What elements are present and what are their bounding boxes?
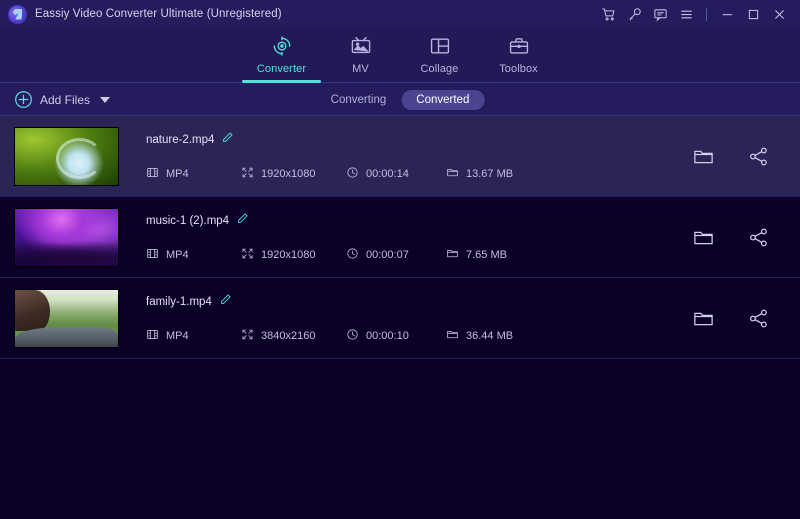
spec-format-value: MP4 <box>166 329 189 342</box>
nav-tabs: Converter MV Collage Toolbox <box>242 28 558 83</box>
edit-pencil-icon[interactable] <box>221 131 234 149</box>
spec-size-value: 13.67 MB <box>466 167 514 180</box>
spec-size-value: 7.65 MB <box>466 248 507 261</box>
row-actions <box>692 307 782 330</box>
spec-resolution: 1920x1080 <box>241 166 346 182</box>
main-nav: Converter MV Collage Toolbox <box>0 28 800 83</box>
filter-converted[interactable]: Converted <box>401 89 485 110</box>
chevron-down-icon[interactable] <box>100 96 111 103</box>
spec-format-value: MP4 <box>166 248 189 261</box>
row-actions <box>692 145 782 168</box>
resize-frame-icon <box>241 166 254 182</box>
folder-icon[interactable] <box>692 145 715 168</box>
resize-frame-icon <box>241 247 254 263</box>
key-icon[interactable] <box>621 1 647 27</box>
tab-collage[interactable]: Collage <box>400 28 479 83</box>
spec-size-value: 36.44 MB <box>466 329 514 342</box>
share-icon[interactable] <box>747 226 770 249</box>
table-row[interactable]: music-1 (2).mp4 MP4 1920x1080 00:00:07 7… <box>0 197 800 278</box>
family-park-thumbnail <box>14 288 119 348</box>
nature-canopy-thumbnail <box>14 126 119 186</box>
menu-icon[interactable] <box>673 1 699 27</box>
collage-icon <box>429 33 451 59</box>
controls-divider <box>706 7 707 21</box>
tab-toolbox-label: Toolbox <box>499 63 538 75</box>
toolbox-icon <box>508 33 530 59</box>
spec-size: 36.44 MB <box>446 328 513 344</box>
file-name: nature-2.mp4 <box>146 133 215 146</box>
file-meta: music-1 (2).mp4 MP4 1920x1080 00:00:07 7… <box>119 212 692 263</box>
spec-format: MP4 <box>146 247 241 263</box>
folder-small-icon <box>446 166 459 182</box>
tab-mv-label: MV <box>352 63 369 75</box>
converter-icon <box>271 33 293 59</box>
file-meta: nature-2.mp4 MP4 1920x1080 00:00:14 13.6… <box>119 131 692 182</box>
tab-collage-label: Collage <box>420 63 459 75</box>
app-window: Eassiy Video Converter Ultimate (Unregis… <box>0 0 800 519</box>
file-specs: MP4 1920x1080 <box>146 247 692 263</box>
filter-converting[interactable]: Converting <box>316 90 402 110</box>
folder-icon[interactable] <box>692 307 715 330</box>
spec-resolution-value: 3840x2160 <box>261 329 316 342</box>
spec-duration: 00:00:14 <box>346 166 446 182</box>
spec-duration: 00:00:10 <box>346 328 446 344</box>
status-filter-group: Converting Converted <box>316 89 485 110</box>
mv-icon <box>350 33 372 59</box>
clock-icon <box>346 328 359 344</box>
tab-mv[interactable]: MV <box>321 28 400 83</box>
resize-frame-icon <box>241 328 254 344</box>
file-list: nature-2.mp4 MP4 1920x1080 00:00:14 13.6… <box>0 116 800 519</box>
plus-circle-icon <box>14 90 33 109</box>
spec-duration-value: 00:00:07 <box>366 248 409 261</box>
film-strip-icon <box>146 247 159 263</box>
concert-crowd-thumbnail <box>14 207 119 267</box>
share-icon[interactable] <box>747 145 770 168</box>
spec-size: 7.65 MB <box>446 247 507 263</box>
edit-pencil-icon[interactable] <box>219 293 232 311</box>
folder-icon[interactable] <box>692 226 715 249</box>
spec-resolution-value: 1920x1080 <box>261 167 316 180</box>
add-files-button[interactable]: Add Files <box>14 90 111 109</box>
file-meta: family-1.mp4 MP4 3840x2160 00:00:10 36.4… <box>119 293 692 344</box>
folder-small-icon <box>446 328 459 344</box>
spec-format: MP4 <box>146 166 241 182</box>
spec-format: MP4 <box>146 328 241 344</box>
file-specs: MP4 1920x1080 <box>146 166 692 182</box>
spec-size: 13.67 MB <box>446 166 513 182</box>
tab-converter[interactable]: Converter <box>242 28 321 83</box>
cart-icon[interactable] <box>595 1 621 27</box>
share-icon[interactable] <box>747 307 770 330</box>
tab-toolbox[interactable]: Toolbox <box>479 28 558 83</box>
spec-resolution-value: 1920x1080 <box>261 248 316 261</box>
film-strip-icon <box>146 328 159 344</box>
table-row[interactable]: family-1.mp4 MP4 3840x2160 00:00:10 36.4… <box>0 278 800 359</box>
eassiy-logo-icon <box>9 5 26 23</box>
close-icon[interactable] <box>766 1 792 27</box>
minimize-icon[interactable] <box>714 1 740 27</box>
table-row[interactable]: nature-2.mp4 MP4 1920x1080 00:00:14 13.6… <box>0 116 800 197</box>
tab-converter-label: Converter <box>256 63 307 75</box>
spec-format-value: MP4 <box>166 167 189 180</box>
clock-icon <box>346 166 359 182</box>
spec-duration-value: 00:00:14 <box>366 167 409 180</box>
spec-resolution: 3840x2160 <box>241 328 346 344</box>
window-title: Eassiy Video Converter Ultimate (Unregis… <box>35 8 282 20</box>
file-name: music-1 (2).mp4 <box>146 214 230 227</box>
title-bar: Eassiy Video Converter Ultimate (Unregis… <box>0 0 800 28</box>
spec-resolution: 1920x1080 <box>241 247 346 263</box>
maximize-icon[interactable] <box>740 1 766 27</box>
list-toolbar: Add Files Converting Converted <box>0 83 800 116</box>
spec-duration: 00:00:07 <box>346 247 446 263</box>
file-name: family-1.mp4 <box>146 295 212 308</box>
window-controls <box>595 1 792 27</box>
film-strip-icon <box>146 166 159 182</box>
edit-pencil-icon[interactable] <box>236 212 249 230</box>
row-actions <box>692 226 782 249</box>
feedback-icon[interactable] <box>647 1 673 27</box>
add-files-label: Add Files <box>40 92 91 107</box>
folder-small-icon <box>446 247 459 263</box>
clock-icon <box>346 247 359 263</box>
spec-duration-value: 00:00:10 <box>366 329 409 342</box>
file-specs: MP4 3840x2160 00:00:10 36.44 MB <box>146 328 692 344</box>
